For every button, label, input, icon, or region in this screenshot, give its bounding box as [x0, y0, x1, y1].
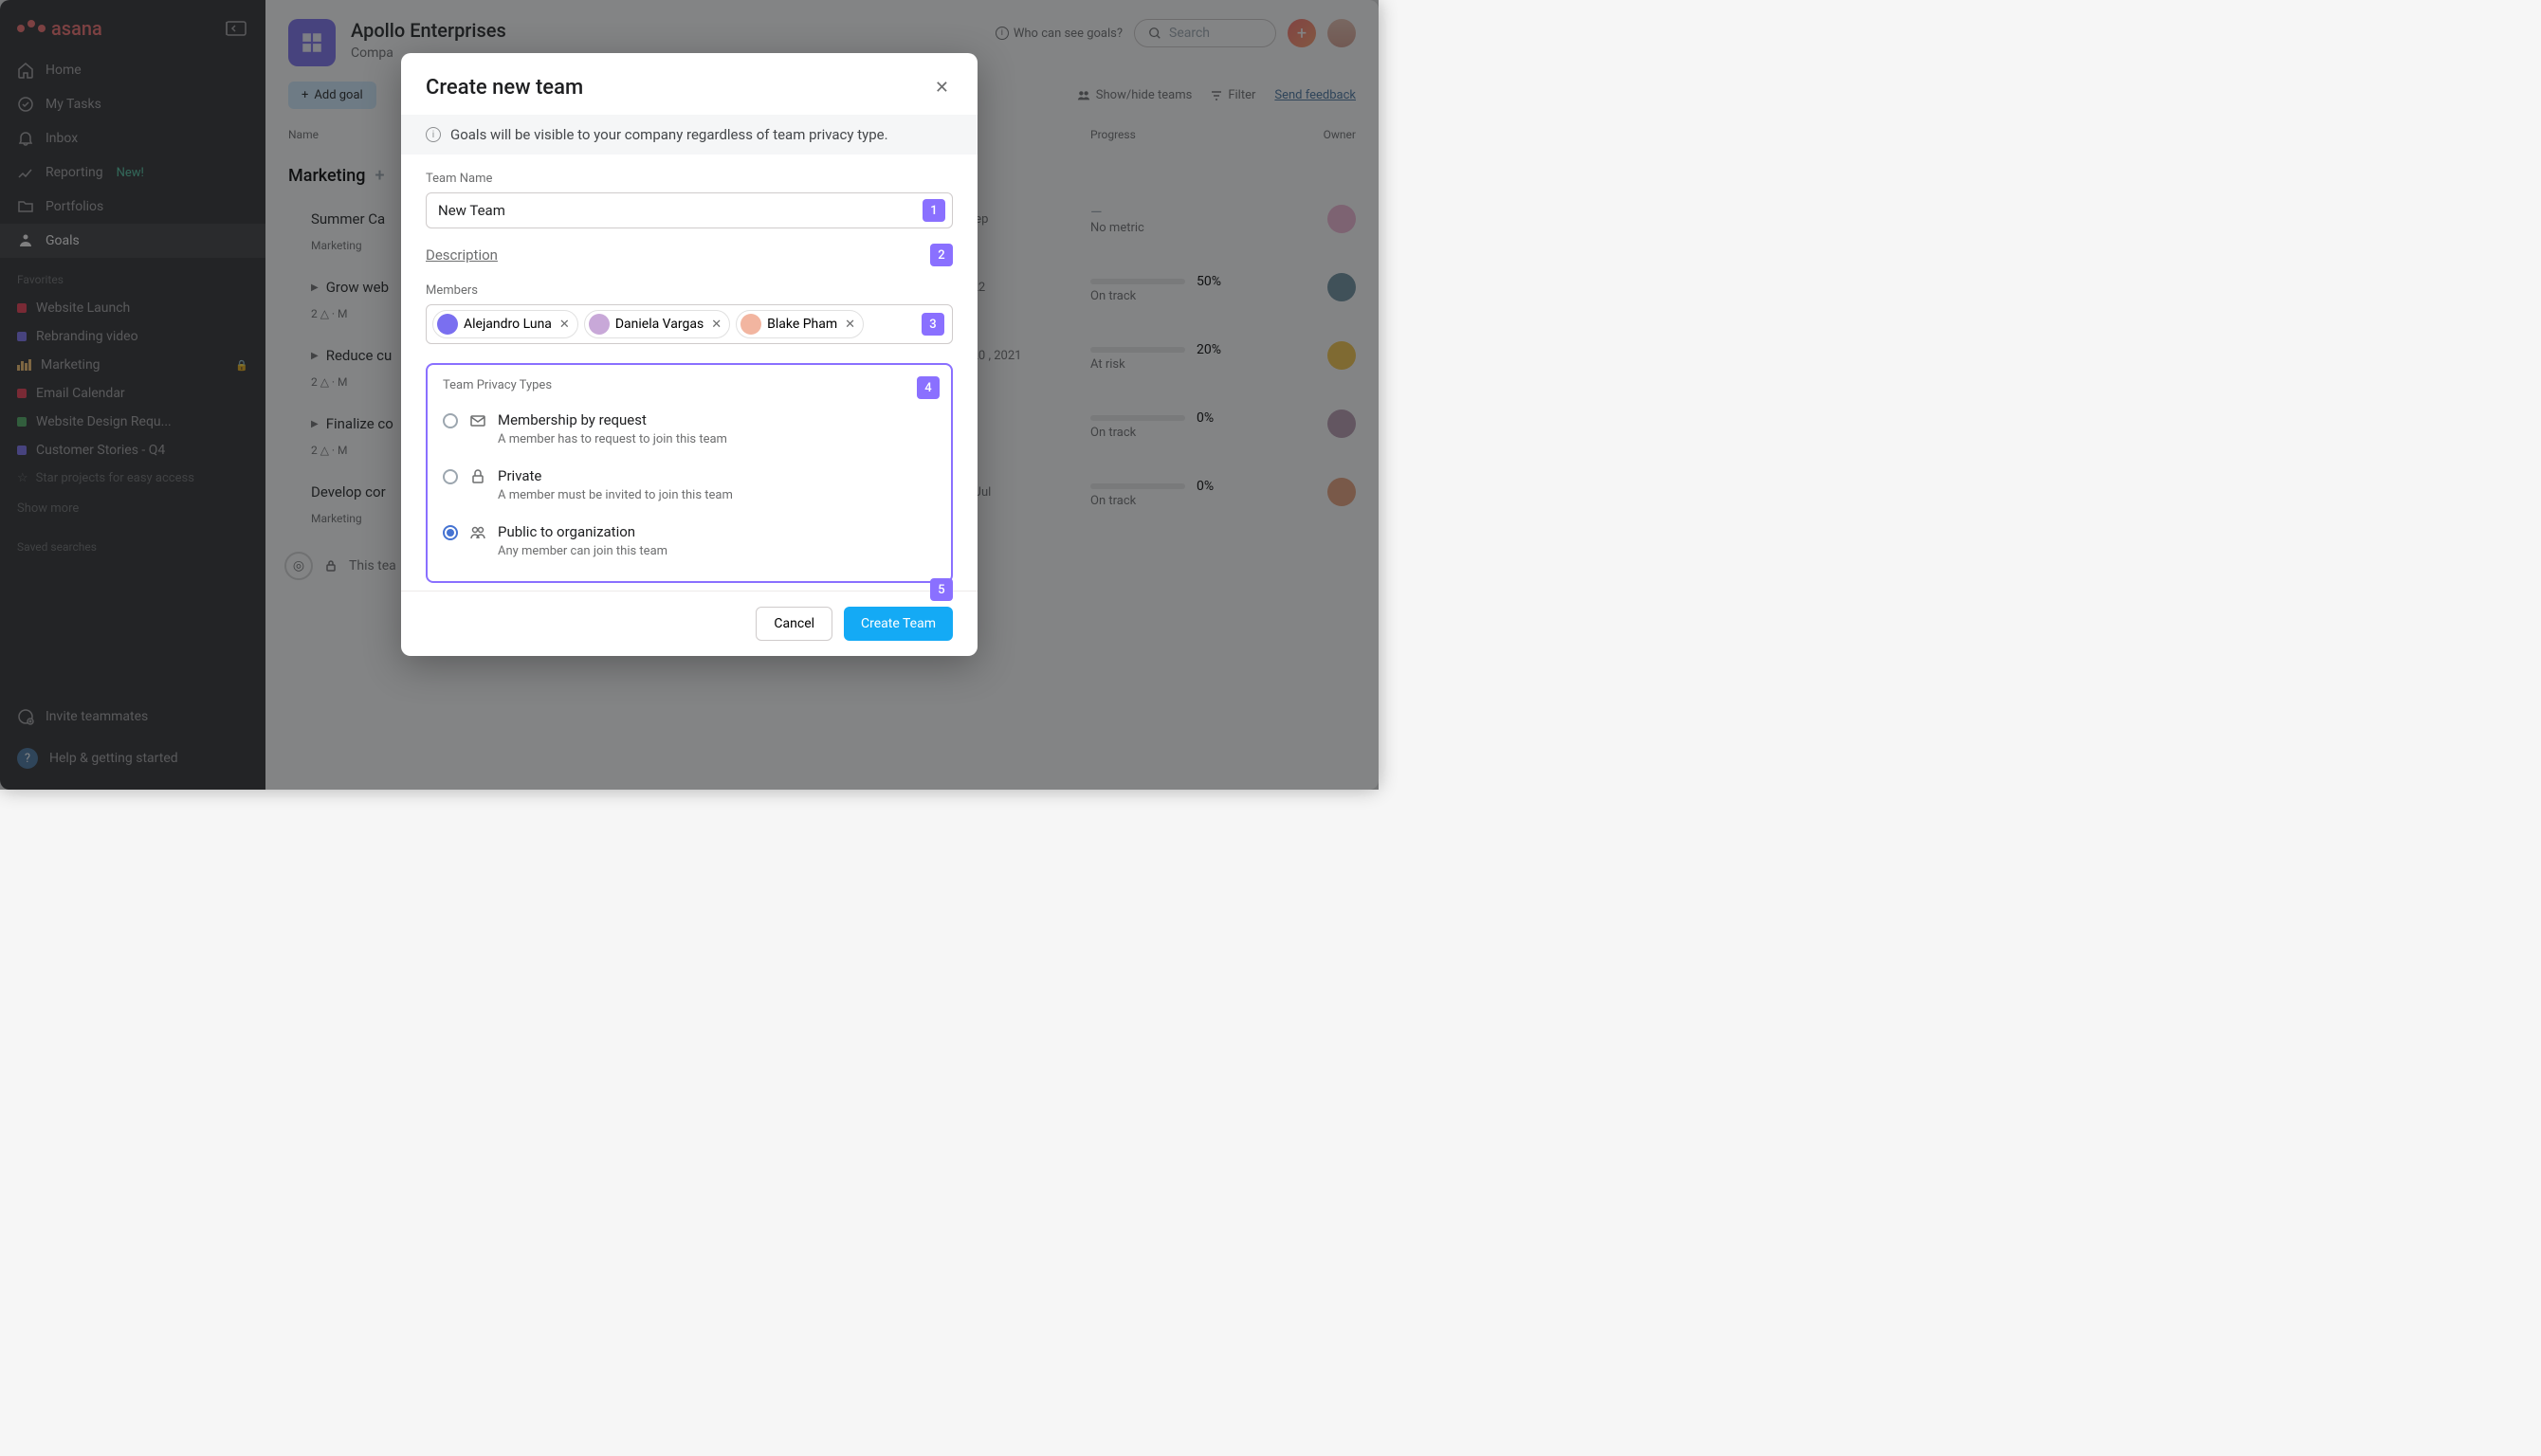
team-name-label: Team Name: [426, 172, 953, 186]
annotation-badge-4: 4: [917, 376, 940, 399]
create-team-modal: Create new team ✕ i Goals will be visibl…: [401, 53, 978, 656]
modal-title: Create new team: [426, 76, 583, 100]
envelope-icon: [469, 412, 486, 429]
members-label: Members: [426, 283, 953, 298]
radio-button[interactable]: [443, 469, 458, 484]
member-chip: Blake Pham✕: [736, 310, 864, 338]
annotation-badge-2: 2: [930, 244, 953, 266]
lock-icon: [469, 468, 486, 485]
privacy-option[interactable]: Private A member must be invited to join…: [443, 460, 936, 516]
description-link[interactable]: Description: [426, 246, 498, 264]
modal-overlay: Create new team ✕ i Goals will be visibl…: [0, 0, 1379, 790]
remove-member-button[interactable]: ✕: [711, 318, 722, 332]
radio-button[interactable]: [443, 413, 458, 428]
info-icon: i: [426, 127, 441, 142]
member-avatar: [589, 314, 610, 335]
info-banner: i Goals will be visible to your company …: [401, 115, 978, 155]
privacy-types-section: Team Privacy Types 4 Membership by reque…: [426, 363, 953, 583]
privacy-title: Team Privacy Types: [443, 378, 936, 392]
create-team-button[interactable]: Create Team: [844, 607, 953, 641]
members-input[interactable]: Alejandro Luna✕Daniela Vargas✕Blake Pham…: [426, 304, 953, 344]
team-name-input[interactable]: [426, 192, 953, 228]
member-avatar: [740, 314, 761, 335]
people-icon: [469, 524, 486, 541]
modal-footer: 5 Cancel Create Team: [401, 591, 978, 656]
member-avatar: [437, 314, 458, 335]
annotation-badge-3: 3: [922, 313, 944, 336]
privacy-option[interactable]: Public to organization Any member can jo…: [443, 516, 936, 572]
remove-member-button[interactable]: ✕: [559, 318, 570, 332]
radio-button[interactable]: [443, 525, 458, 540]
member-chip: Daniela Vargas✕: [584, 310, 730, 338]
member-chip: Alejandro Luna✕: [432, 310, 578, 338]
close-modal-button[interactable]: ✕: [931, 74, 953, 101]
remove-member-button[interactable]: ✕: [845, 318, 855, 332]
annotation-badge-1: 1: [923, 199, 945, 222]
cancel-button[interactable]: Cancel: [756, 607, 832, 641]
privacy-option[interactable]: Membership by request A member has to re…: [443, 404, 936, 460]
annotation-badge-5: 5: [930, 578, 953, 601]
